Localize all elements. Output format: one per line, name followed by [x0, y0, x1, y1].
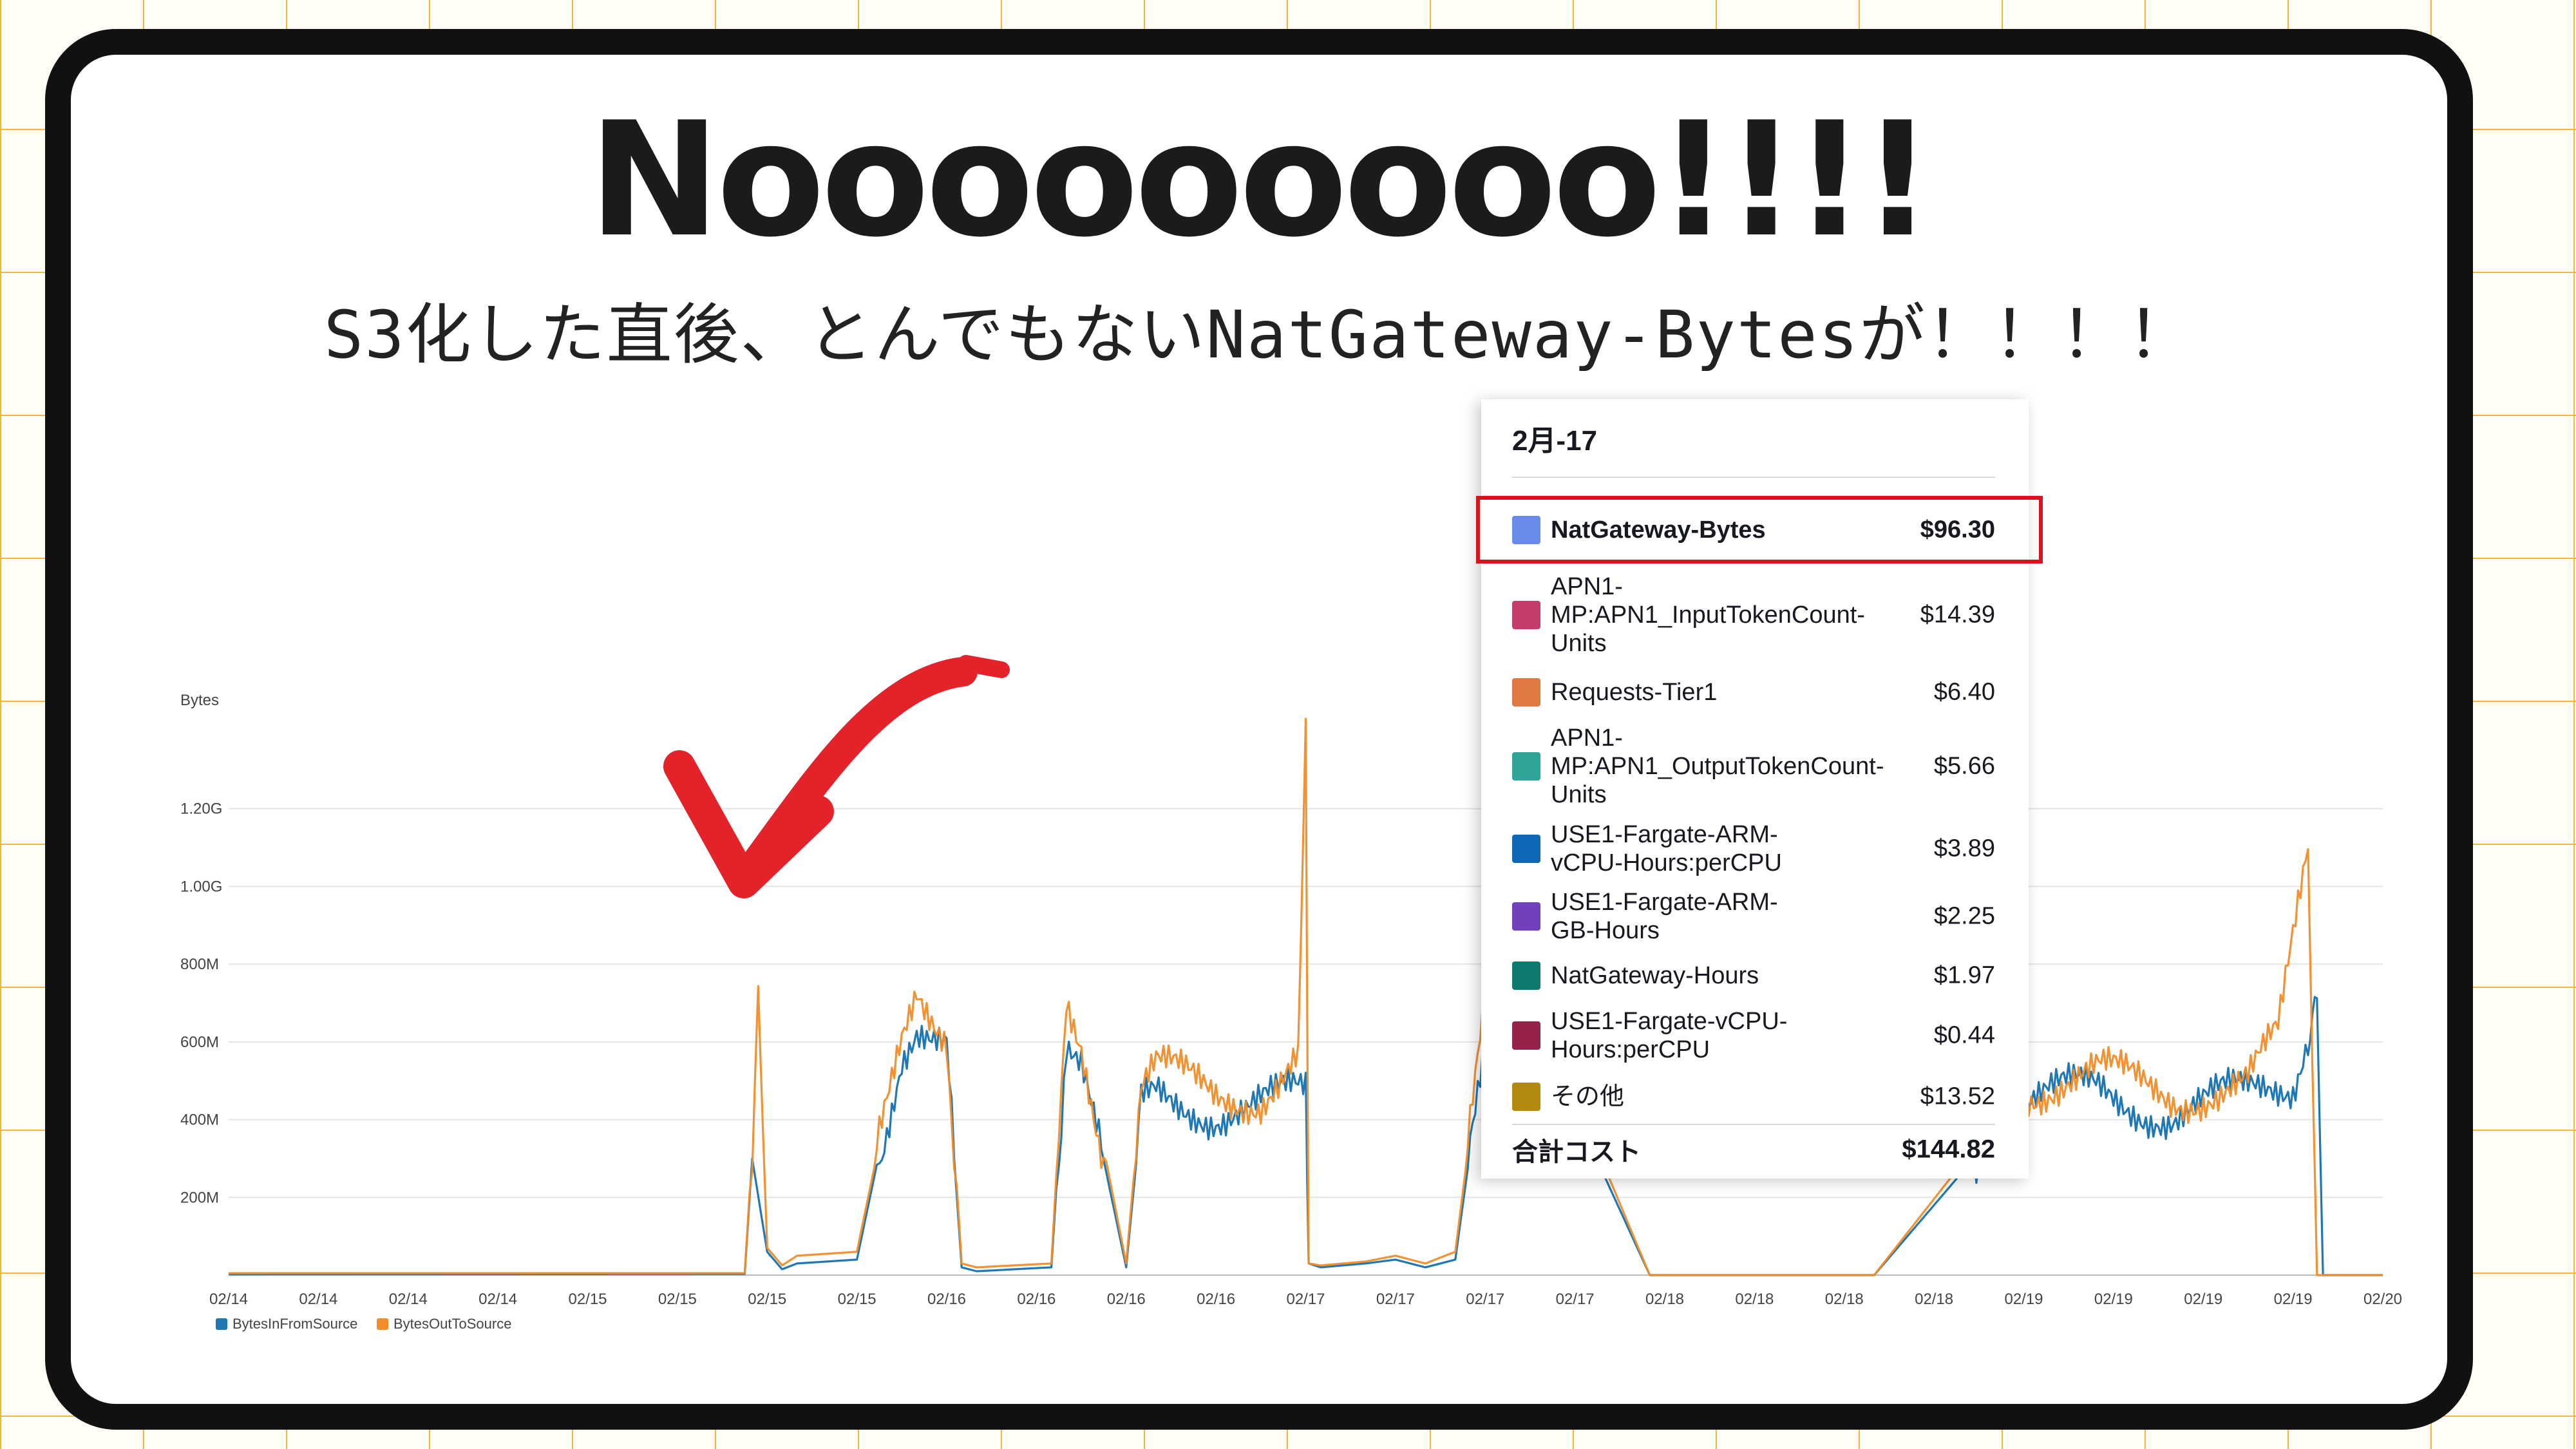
row-label: Requests-Tier1 — [1551, 679, 1718, 706]
row-value: $6.40 — [1933, 678, 1995, 706]
row-label: USE1-Fargate-vCPU-Hours:perCPU — [1551, 1007, 1788, 1063]
row-label: APN1-MP:APN1_OutputTokenCount-Units — [1551, 724, 1884, 808]
tooltip-divider-total — [1512, 1124, 1995, 1125]
legend-swatch — [1512, 1082, 1540, 1111]
tooltip-title: 2月-17 — [1512, 425, 1598, 457]
legend-swatch — [1512, 678, 1540, 706]
cost-tooltip: 2月-17 NatGateway-Bytes $96.30 APN1-MP:AP… — [1476, 399, 2043, 1179]
tooltip-row-input-token: APN1-MP:APN1_InputTokenCount-Units $14.3… — [1512, 567, 1995, 663]
row-label: USE1-Fargate-ARM-GB-Hours — [1551, 888, 1778, 944]
tooltip-row-output-token: APN1-MP:APN1_OutputTokenCount-Units $5.6… — [1512, 718, 1995, 815]
row-label: NatGateway-Bytes — [1551, 516, 1766, 544]
row-value: $3.89 — [1933, 835, 1995, 862]
tooltip-row-fargate-vcpu: USE1-Fargate-vCPU-Hours:perCPU $0.44 — [1512, 1001, 1995, 1069]
tooltip-row-natgateway-hours: NatGateway-Hours $1.97 — [1512, 953, 1995, 998]
row-value: $5.66 — [1933, 752, 1995, 780]
legend-swatch — [1512, 1021, 1540, 1050]
row-value: $14.39 — [1920, 601, 1995, 629]
legend-swatch — [1512, 902, 1540, 931]
tooltip-row-fargate-arm-vcpu: USE1-Fargate-ARM-vCPU-Hours:perCPU $3.89 — [1512, 815, 1995, 882]
row-label: その他 — [1551, 1083, 1625, 1110]
row-label: USE1-Fargate-ARM-vCPU-Hours:perCPU — [1551, 820, 1782, 876]
row-value: $1.97 — [1933, 961, 1995, 989]
legend-swatch — [1512, 515, 1540, 544]
red-arrow-icon — [663, 655, 1010, 898]
legend-swatch — [1512, 961, 1540, 990]
row-value: $96.30 — [1920, 516, 1995, 543]
tooltip-row-fargate-arm-gb: USE1-Fargate-ARM-GB-Hours $2.25 — [1512, 882, 1995, 950]
row-value: $2.25 — [1933, 902, 1995, 929]
tooltip-divider-top — [1512, 477, 1995, 478]
legend-swatch — [1512, 601, 1540, 629]
row-value: $0.44 — [1933, 1021, 1995, 1048]
total-cost-label: 合計コスト — [1512, 1138, 1641, 1166]
legend-swatch — [1512, 752, 1540, 781]
tooltip-row-requests-tier1: Requests-Tier1 $6.40 — [1512, 670, 1995, 715]
tooltip-row-other: その他 $13.52 — [1512, 1075, 1995, 1117]
legend-swatch — [1512, 834, 1540, 863]
slide-card: Nooooooooo!!!! S3化した直後、とんでもないNatGateway-… — [45, 29, 2473, 1430]
row-label: NatGateway-Hours — [1551, 962, 1759, 989]
total-cost-value: $144.82 — [1902, 1135, 1995, 1164]
row-label: APN1-MP:APN1_InputTokenCount-Units — [1551, 573, 1865, 657]
tooltip-row-natgateway-bytes: NatGateway-Bytes $96.30 — [1512, 509, 1995, 551]
row-value: $13.52 — [1920, 1083, 1995, 1110]
